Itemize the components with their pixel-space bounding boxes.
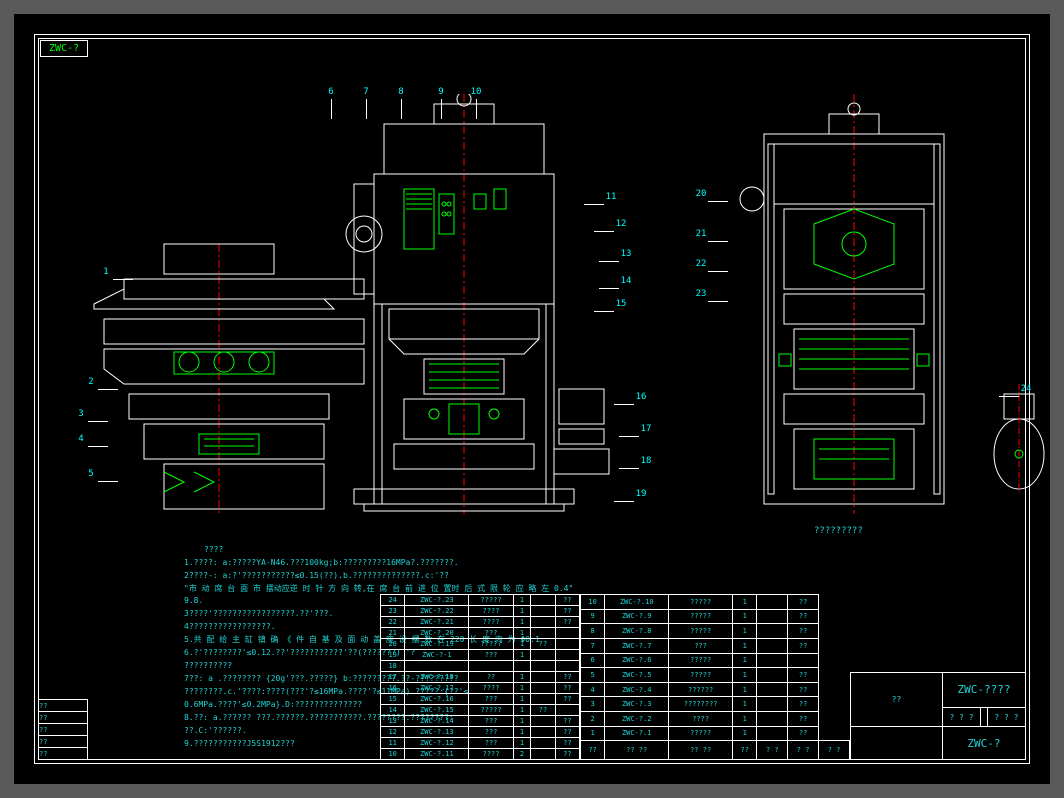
cad-canvas: ZWC-? xyxy=(0,0,1064,798)
side-elevation-view xyxy=(714,94,994,514)
callout-16: 16 xyxy=(634,392,648,404)
callout-22: 22 xyxy=(694,259,708,271)
bom-row: 16ZWC-?.17????1?? xyxy=(381,683,580,694)
callout-8: 8 xyxy=(394,87,408,99)
note-2: 2????-: a:?'???????????≤0.15(??).b.?????… xyxy=(184,570,584,582)
bom-row: 4ZWC-?.4??????1?? xyxy=(581,682,850,697)
bom-row: 9ZWC-?.9?????1?? xyxy=(581,609,850,624)
bom-row: 15ZWC-?.16???1?? xyxy=(381,694,580,705)
bom-header: ???? ???? ????? ?? ?? ? xyxy=(581,741,850,760)
callout-12: 12 xyxy=(614,219,628,231)
callout-13: 13 xyxy=(619,249,633,261)
bom-table-left: 24ZWC-?.23?????1??23ZWC-?.22????1??22ZWC… xyxy=(380,594,580,760)
callout-24: 24 xyxy=(1019,384,1033,396)
callout-18: 18 xyxy=(639,456,653,468)
callout-2: 2 xyxy=(84,377,98,389)
bom-row: 19ZWC-?-1???1 xyxy=(381,650,580,661)
callout-9: 9 xyxy=(434,87,448,99)
callout-15: 15 xyxy=(614,299,628,311)
callout-3: 3 xyxy=(74,409,88,421)
callout-20: 20 xyxy=(694,189,708,201)
callout-11: 11 xyxy=(604,192,618,204)
detail-component xyxy=(984,384,1054,494)
note-1: 1.????: a:?????YA-N46.???100kg;b:???????… xyxy=(184,557,584,569)
bom-row: 3ZWC-?.3????????1?? xyxy=(581,697,850,712)
bom-row: 23ZWC-?.22????1?? xyxy=(381,606,580,617)
bom-row: 12ZWC-?.13???1?? xyxy=(381,727,580,738)
bom-row: 14ZWC-?.15?????1?? xyxy=(381,705,580,716)
bom-row: 18 xyxy=(381,661,580,672)
bom-row: 10ZWC-?.10?????1?? xyxy=(581,595,850,610)
callout-10: 10 xyxy=(469,87,483,99)
bom-table-right: 10ZWC-?.10?????1??9ZWC-?.9?????1??8ZWC-?… xyxy=(580,594,850,760)
callout-23: 23 xyxy=(694,289,708,301)
bom-row: 6ZWC-?.6?????1 xyxy=(581,653,850,668)
callout-6: 6 xyxy=(324,87,338,99)
revision-table: ?? ?? ?? ?? ?? xyxy=(38,699,88,760)
bom-row: 13ZWC-?.14???1?? xyxy=(381,716,580,727)
side-view-label: ????????? xyxy=(814,526,863,536)
callout-5: 5 xyxy=(84,469,98,481)
bom-row: 7ZWC-?.7???1?? xyxy=(581,638,850,653)
front-elevation-view xyxy=(64,94,644,514)
callout-17: 17 xyxy=(639,424,653,436)
bom-row: 24ZWC-?.23?????1?? xyxy=(381,595,580,606)
callout-1: 1 xyxy=(99,267,113,279)
bom-row: 21ZWC-?.20???1 xyxy=(381,628,580,639)
callout-7: 7 xyxy=(359,87,373,99)
bom-row: 2ZWC-?.2????1?? xyxy=(581,712,850,727)
bom-container: 24ZWC-?.23?????1??23ZWC-?.22????1??22ZWC… xyxy=(380,594,850,760)
bom-row: 10ZWC-?.11????2?? xyxy=(381,749,580,760)
callout-14: 14 xyxy=(619,276,633,288)
bom-row: 11ZWC-?.12???1?? xyxy=(381,738,580,749)
callout-19: 19 xyxy=(634,489,648,501)
drawing-area: ????????? xyxy=(64,94,984,514)
layer-tab: ZWC-? xyxy=(40,40,88,57)
bom-row: 20ZWC-?.19?????1?? xyxy=(381,639,580,650)
callout-21: 21 xyxy=(694,229,708,241)
bom-row: 8ZWC-?.8?????1?? xyxy=(581,624,850,639)
bom-row: 5ZWC-?.5?????1?? xyxy=(581,668,850,683)
title-block: ?? ZWC-???? ? ? ?? ? ? ZWC-? xyxy=(850,672,1026,760)
bom-row: 1ZWC-?.1?????1?? xyxy=(581,726,850,741)
notes-title: ???? xyxy=(204,544,584,556)
callout-4: 4 xyxy=(74,434,88,446)
bom-row: 17ZWC-?.18??1?? xyxy=(381,672,580,683)
bom-row: 22ZWC-?.21????1?? xyxy=(381,617,580,628)
